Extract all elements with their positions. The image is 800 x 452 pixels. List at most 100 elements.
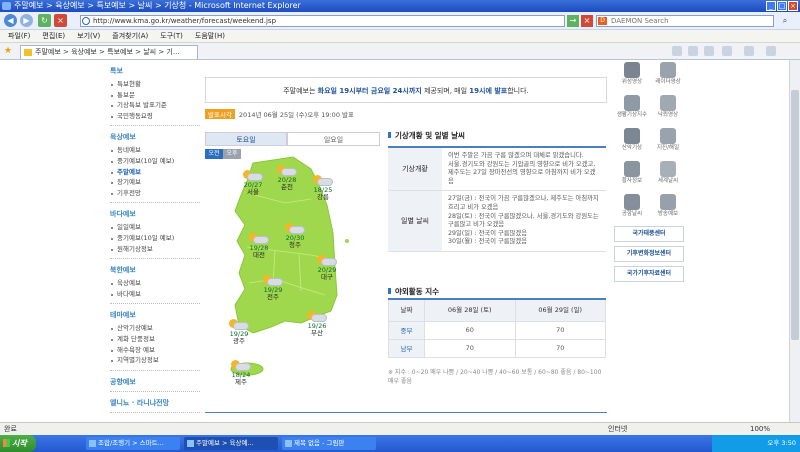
sidebar-divider: [110, 411, 200, 413]
city-name: 제주: [235, 378, 247, 386]
tab-weekend-forecast[interactable]: 주말예보 > 육상예보 > 특보예보 > 날씨 > 기...: [20, 45, 198, 59]
city-forecast[interactable]: 20/29 대구: [307, 255, 347, 281]
city-forecast[interactable]: 19/29 광주: [219, 319, 259, 345]
city-forecast[interactable]: 18/25 강릉: [303, 175, 343, 201]
banner-climate-data-center[interactable]: 국가기후자료센터: [614, 266, 684, 282]
city-forecast[interactable]: 19/26 부산: [297, 311, 337, 337]
sidebar-item[interactable]: 바다예보: [110, 289, 200, 300]
sidebar-item[interactable]: 특보현황: [110, 79, 200, 90]
vertical-scrollbar[interactable]: [789, 60, 800, 422]
stop-icon[interactable]: ×: [54, 14, 67, 27]
sidebar-item[interactable]: 일일예보: [110, 222, 200, 233]
tools-menu-icon[interactable]: [744, 46, 754, 56]
city-forecast[interactable]: 19/29 전주: [253, 275, 293, 301]
sidebar-item[interactable]: 기상특보 발표기준: [110, 100, 200, 111]
forward-button[interactable]: ▶: [20, 14, 33, 27]
quick-link-label: 레이더영상: [655, 79, 681, 85]
stop-button[interactable]: ×: [581, 15, 593, 27]
sidebar-item[interactable]: 주말예보: [110, 167, 200, 178]
sidebar-item[interactable]: 동네예보: [110, 145, 200, 156]
print-icon[interactable]: [704, 46, 714, 56]
banner-typhoon-center[interactable]: 국가태풍센터: [614, 226, 684, 242]
menu-edit[interactable]: 편집(E): [42, 30, 65, 42]
sidebar-item[interactable]: 계화 단풍정보: [110, 334, 200, 345]
index-date-header: 날짜: [388, 298, 425, 322]
quick-link[interactable]: 산악기상: [614, 126, 650, 156]
quick-link-label: 생활기상지수: [616, 112, 648, 118]
go-button[interactable]: →: [567, 15, 579, 27]
sidebar-item[interactable]: 지역별기상정보: [110, 355, 200, 366]
minimize-button[interactable]: _: [766, 1, 776, 11]
city-name: 전주: [267, 293, 279, 301]
sidebar-item[interactable]: 국민행동요령: [110, 111, 200, 122]
city-forecast[interactable]: 18/24 제주: [221, 360, 261, 386]
sidebar-section-head[interactable]: 테마예보: [110, 310, 200, 320]
quick-link[interactable]: 낙뢰영상: [650, 93, 686, 123]
search-input[interactable]: [596, 15, 774, 27]
zoom-level[interactable]: 100%: [750, 423, 770, 435]
sidebar-section-head[interactable]: 공항예보: [110, 377, 200, 387]
tab-sunday[interactable]: 일요일: [287, 132, 380, 146]
sidebar-section-head[interactable]: 북한예보: [110, 265, 200, 275]
window-title: 주말예보 > 육상예보 > 특보예보 > 날씨 > 기상청 - Microsof…: [14, 1, 301, 10]
close-window-button[interactable]: ×: [788, 1, 798, 11]
partly-cloudy-icon: [305, 311, 329, 323]
sidebar-item[interactable]: 중기예보(10일 예보): [110, 233, 200, 244]
sidebar-item[interactable]: 원해기상정보: [110, 244, 200, 255]
url-input[interactable]: [80, 15, 565, 27]
menu-help[interactable]: 도움말(H): [195, 30, 225, 42]
sidebar-item[interactable]: 해수욕장 예보: [110, 345, 200, 356]
city-forecast[interactable]: 20/28 춘천: [267, 165, 307, 191]
quick-link[interactable]: 생활기상지수: [614, 93, 650, 123]
quick-link[interactable]: 공항날씨: [614, 192, 650, 222]
quick-link[interactable]: 레이더영상: [650, 60, 686, 90]
sidebar-section-head[interactable]: 육상예보: [110, 132, 200, 142]
help-icon[interactable]: [766, 46, 776, 56]
issued-time: 발표시각 2014년 06월 25일 (수)오후 19:00 발표: [205, 109, 354, 119]
sidebar-section-head[interactable]: 바다예보: [110, 209, 200, 219]
taskbar-item-ie[interactable]: 주말예보 > 육상예...: [184, 437, 278, 450]
tab-saturday[interactable]: 토요일: [205, 132, 287, 146]
site-favicon: [24, 49, 32, 56]
sidebar-item[interactable]: 산악기상예보: [110, 323, 200, 334]
refresh-icon[interactable]: ↻: [38, 14, 51, 27]
notice-text: 제공되며, 매일: [421, 87, 470, 95]
banner-climate-change-center[interactable]: 기후변화정보센터: [614, 246, 684, 262]
sidebar-section-head[interactable]: 특보: [110, 66, 200, 76]
quick-link[interactable]: 황사정보: [614, 159, 650, 189]
notice-text: 합니다.: [507, 87, 529, 95]
menu-view[interactable]: 보기(V): [77, 30, 100, 42]
favorites-star-icon[interactable]: ★: [4, 46, 12, 56]
feeds-icon[interactable]: [688, 46, 698, 56]
city-forecast[interactable]: 19/28 대전: [239, 233, 279, 259]
maximize-button[interactable]: □: [777, 1, 787, 11]
quick-link[interactable]: 방송예보: [650, 192, 686, 222]
menu-tools[interactable]: 도구(T): [160, 30, 183, 42]
address-bar: ◀ ▶ ↻ × → × D ⌕: [0, 12, 800, 30]
home-icon[interactable]: [672, 46, 682, 56]
sidebar-item[interactable]: 육상예보: [110, 278, 200, 289]
taskbar-item-smartphone[interactable]: 조합/조행기 > 스마트...: [86, 437, 180, 450]
menu-file[interactable]: 파일(F): [8, 30, 30, 42]
search-icon[interactable]: ⌕: [776, 15, 794, 27]
taskbar-item-paint[interactable]: 제목 없음 - 그림판: [282, 437, 376, 450]
city-forecast[interactable]: 20/30 청주: [275, 223, 315, 249]
quick-link-label: 위성영상: [621, 79, 643, 85]
sidebar-item[interactable]: 통보문: [110, 90, 200, 101]
quick-link[interactable]: 지진/해일: [650, 126, 686, 156]
back-button[interactable]: ◀: [4, 14, 17, 27]
scrollbar-thumb[interactable]: [791, 90, 799, 340]
menu-favorites[interactable]: 즐겨찾기(A): [112, 30, 148, 42]
quick-link-icon: [624, 194, 640, 210]
sidebar-item[interactable]: 중기예보(10일 예보): [110, 156, 200, 167]
sidebar-item[interactable]: 기후전망: [110, 188, 200, 199]
menu-bar: 파일(F) 편집(E) 보기(V) 즐겨찾기(A) 도구(T) 도움말(H): [0, 30, 800, 43]
partly-cloudy-icon: [247, 233, 271, 245]
page-menu-icon[interactable]: [722, 46, 732, 56]
sidebar-item[interactable]: 장기예보: [110, 177, 200, 188]
quick-link[interactable]: 위성영상: [614, 60, 650, 90]
sidebar-section-head[interactable]: 엘니뇨 · 라니냐전망: [110, 398, 200, 408]
quick-link[interactable]: 세계날씨: [650, 159, 686, 189]
start-button[interactable]: 시작: [0, 435, 36, 452]
issued-label: 발표시각: [205, 109, 235, 119]
